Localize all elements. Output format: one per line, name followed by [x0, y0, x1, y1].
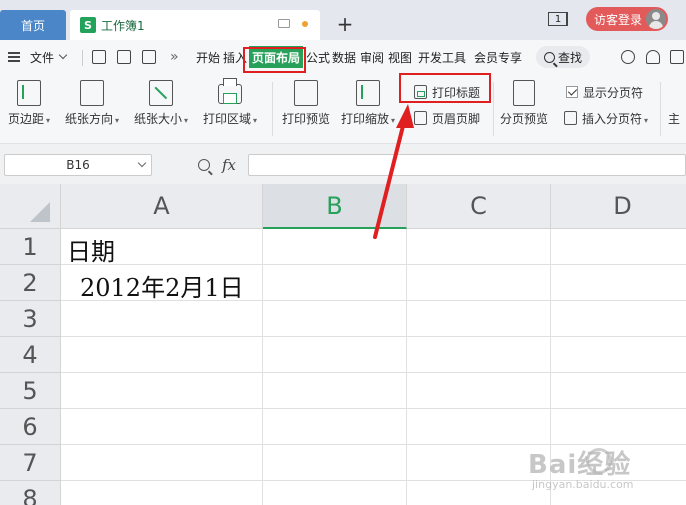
annotation-arrow-head — [396, 104, 414, 128]
annotation-arrow — [373, 104, 414, 239]
watermark: Bai经验 jingyan.baidu.com — [528, 440, 678, 496]
watermark-url: jingyan.baidu.com — [532, 478, 634, 491]
annotation-arrow-shaft — [373, 120, 406, 239]
watermark-brand: Bai经验 — [528, 450, 632, 480]
